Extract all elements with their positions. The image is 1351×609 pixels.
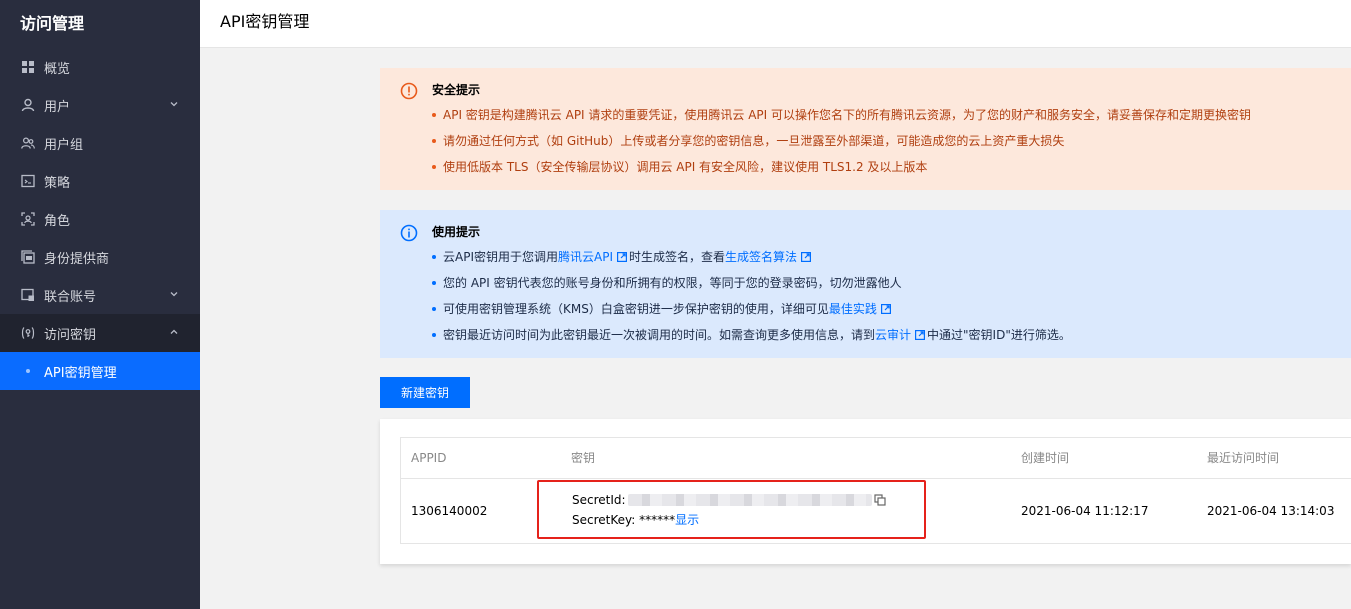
info-text: 可使用密钥管理系统（KMS）白盒密钥进一步保护密钥的使用，详细可见	[443, 302, 829, 316]
sidebar-subitem-label: API密钥管理	[44, 365, 117, 381]
key-table-card: APPID 密钥 创建时间 最近访问时间 1306140002 SecretId…	[380, 419, 1351, 564]
usage-tips-notice: 使用提示 云API密钥用于您调用腾讯云API 时生成签名，查看生成签名算法 您的 …	[380, 210, 1351, 358]
column-header-key: 密钥	[571, 451, 596, 465]
appid-cell: 1306140002	[411, 504, 488, 518]
notice-title: 安全提示	[432, 83, 481, 97]
sidebar-item-federated-accounts[interactable]: 联合账号	[0, 276, 200, 314]
user-icon	[20, 97, 36, 113]
sidebar-item-user-groups[interactable]: 用户组	[0, 124, 200, 162]
info-item: 可使用密钥管理系统（KMS）白盒密钥进一步保护密钥的使用，详细可见最佳实践	[432, 296, 1351, 322]
key-highlight-box: SecretId: SecretKey: ******显示	[537, 480, 926, 539]
external-link-icon[interactable]	[915, 330, 926, 340]
warning-item: 使用低版本 TLS（安全传输层协议）调用云 API 有安全风险，建议使用 TLS…	[432, 154, 1351, 180]
secret-id-row: SecretId:	[572, 492, 886, 508]
bullet-dot	[26, 369, 30, 373]
info-list: 云API密钥用于您调用腾讯云API 时生成签名，查看生成签名算法 您的 API 密…	[432, 244, 1351, 348]
identity-provider-icon	[20, 249, 36, 265]
info-text: 时生成签名，查看	[629, 250, 726, 264]
key-table: APPID 密钥 创建时间 最近访问时间 1306140002 SecretId…	[400, 437, 1351, 544]
page-title: API密钥管理	[220, 12, 310, 31]
best-practice-link[interactable]: 最佳实践	[829, 302, 877, 316]
sidebar-item-label: 联合账号	[44, 289, 97, 305]
notice-title: 使用提示	[432, 225, 481, 239]
page-header: API密钥管理	[200, 0, 1351, 48]
secret-key-row: SecretKey: ******显示	[572, 512, 699, 528]
sidebar-item-label: 用户组	[44, 137, 84, 153]
column-header-last-access: 最近访问时间	[1207, 451, 1280, 465]
policy-icon	[20, 173, 36, 189]
info-item: 云API密钥用于您调用腾讯云API 时生成签名，查看生成签名算法	[432, 244, 1351, 270]
warning-item: API 密钥是构建腾讯云 API 请求的重要凭证，使用腾讯云 API 可以操作您…	[432, 102, 1351, 128]
warning-list: API 密钥是构建腾讯云 API 请求的重要凭证，使用腾讯云 API 可以操作您…	[432, 102, 1351, 180]
chevron-up-icon	[170, 329, 178, 334]
sidebar-item-label: 概览	[44, 61, 71, 77]
signature-algorithm-link[interactable]: 生成签名算法	[725, 250, 797, 264]
sidebar-item-identity-providers[interactable]: 身份提供商	[0, 238, 200, 276]
secret-key-label: SecretKey:	[572, 513, 636, 527]
info-item: 您的 API 密钥代表您的账号身份和所拥有的权限，等同于您的登录密码，切勿泄露他…	[432, 270, 1351, 296]
sidebar: 访问管理 概览 用户 用户组 策略 角色 身份提供商 联合账号 访问密钥 API…	[0, 0, 200, 609]
sidebar-item-policies[interactable]: 策略	[0, 162, 200, 200]
external-link-icon[interactable]	[617, 252, 627, 262]
column-header-created: 创建时间	[1021, 451, 1070, 465]
warning-icon	[400, 82, 418, 100]
table-header: APPID 密钥 创建时间 最近访问时间	[401, 438, 1351, 479]
sidebar-item-label: 用户	[44, 99, 71, 115]
created-time-cell: 2021-06-04 11:12:17	[1021, 504, 1149, 518]
federated-account-icon	[20, 287, 36, 303]
sidebar-item-label: 访问密钥	[44, 327, 97, 343]
security-warning-notice: 安全提示 API 密钥是构建腾讯云 API 请求的重要凭证，使用腾讯云 API …	[380, 68, 1351, 190]
chevron-down-icon	[170, 292, 178, 297]
new-key-button[interactable]: 新建密钥	[380, 377, 470, 408]
secret-key-masked: ******	[639, 513, 676, 527]
sidebar-item-access-keys[interactable]: 访问密钥	[0, 314, 200, 352]
sidebar-item-roles[interactable]: 角色	[0, 200, 200, 238]
external-link-icon[interactable]	[801, 252, 812, 262]
copy-icon[interactable]	[873, 494, 886, 506]
info-text: 中通过"密钥ID"进行筛选。	[927, 328, 1071, 342]
sidebar-item-label: 身份提供商	[44, 251, 110, 267]
cloud-audit-link[interactable]: 云审计	[875, 328, 911, 342]
chevron-down-icon	[170, 102, 178, 107]
secret-id-value-redacted	[627, 494, 872, 506]
sidebar-item-label: 角色	[44, 213, 71, 229]
column-header-appid: APPID	[411, 451, 447, 465]
info-text: 云API密钥用于您调用	[443, 250, 558, 264]
external-link-icon[interactable]	[880, 304, 891, 314]
role-icon	[20, 211, 36, 227]
info-item: 密钥最近访问时间为此密钥最近一次被调用的时间。如需查询更多使用信息，请到云审计 中…	[432, 322, 1351, 348]
sidebar-item-users[interactable]: 用户	[0, 86, 200, 124]
sidebar-title: 访问管理	[20, 14, 85, 33]
table-row: 1306140002 SecretId: SecretKey: ******显示…	[401, 479, 1351, 543]
tencent-cloud-api-link[interactable]: 腾讯云API	[558, 250, 613, 264]
secret-id-label: SecretId:	[572, 493, 626, 507]
user-group-icon	[20, 135, 36, 151]
warning-item: 请勿通过任何方式（如 GitHub）上传或者分享您的密钥信息，一旦泄露至外部渠道…	[432, 128, 1351, 154]
sidebar-item-api-key-management[interactable]: API密钥管理	[0, 352, 200, 390]
grid-icon	[20, 59, 36, 75]
info-text: 密钥最近访问时间为此密钥最近一次被调用的时间。如需查询更多使用信息，请到	[443, 328, 876, 342]
last-access-time-cell: 2021-06-04 13:14:03	[1207, 504, 1335, 518]
show-secret-key-link[interactable]: 显示	[675, 513, 699, 527]
info-icon	[400, 224, 418, 242]
access-key-icon	[20, 325, 36, 341]
sidebar-item-label: 策略	[44, 175, 71, 191]
sidebar-item-overview[interactable]: 概览	[0, 48, 200, 86]
